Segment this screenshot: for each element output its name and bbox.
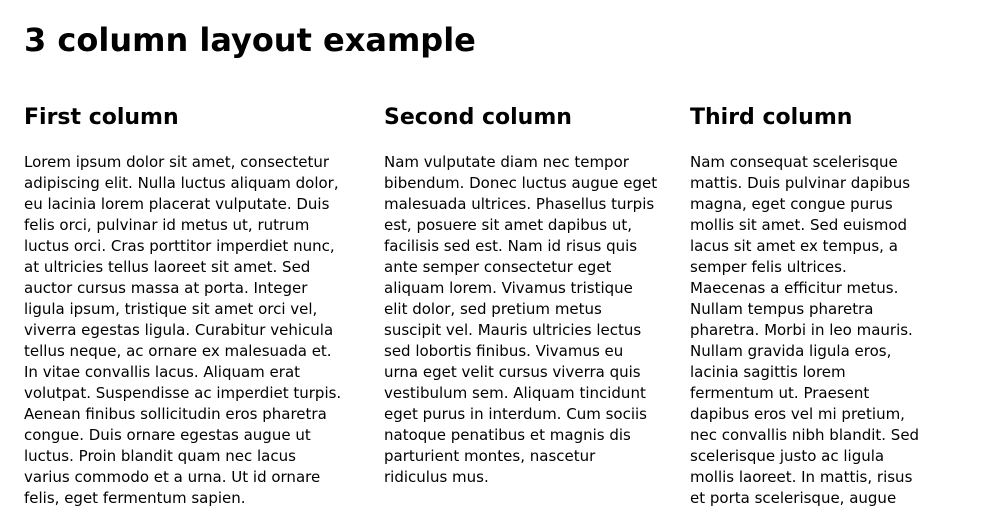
second-column: Second column Nam vulputate diam nec tem… [384,100,660,488]
third-column-text: Nam consequat scelerisque mattis. Duis p… [690,153,920,507]
page: 3 column layout example First column Lor… [0,0,1002,512]
second-column-text: Nam vulputate diam nec tempor bibendum. … [384,153,658,486]
first-column-heading: First column [24,105,179,130]
page-title: 3 column layout example [24,21,476,59]
first-column: First column Lorem ipsum dolor sit amet,… [24,100,346,509]
first-column-text: Lorem ipsum dolor sit amet, consectetur … [24,153,342,507]
third-column: Third column Nam consequat scelerisque m… [690,100,924,509]
third-column-heading: Third column [690,105,853,130]
second-column-heading: Second column [384,105,572,130]
